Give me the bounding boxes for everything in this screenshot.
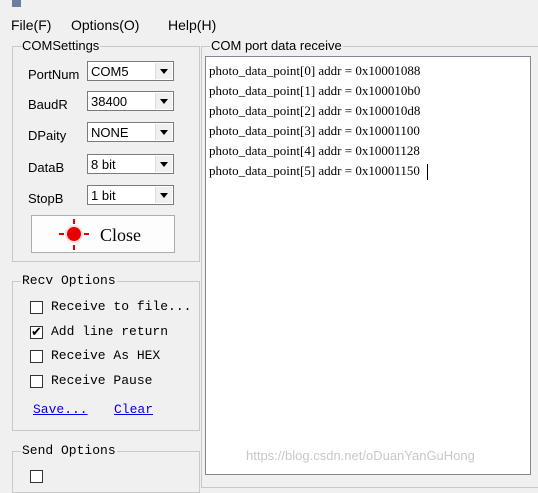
receive-line: photo_data_point[0] addr = 0x10001088: [209, 63, 421, 78]
receive-text-area[interactable]: photo_data_point[0] addr = 0x10001088 ph…: [205, 56, 531, 475]
port-select[interactable]: COM5: [87, 61, 174, 81]
save-link[interactable]: Save...: [33, 402, 88, 417]
chevron-down-icon[interactable]: [155, 187, 172, 203]
chevron-down-icon[interactable]: [155, 93, 172, 109]
receive-line: photo_data_point[5] addr = 0x10001150: [209, 163, 420, 178]
close-port-button[interactable]: Close: [31, 215, 175, 253]
stop-bits-label: StopB: [28, 191, 64, 206]
led-ray: [73, 245, 75, 250]
com-settings-title: COMSettings: [21, 38, 101, 53]
receive-panel-title: COM port data receive: [210, 38, 343, 53]
port-value: COM5: [91, 64, 129, 79]
port-label: PortNum: [28, 67, 80, 82]
stop-bits-value: 1 bit: [91, 188, 116, 203]
send-option-checkbox[interactable]: [30, 470, 43, 483]
send-options-title: Send Options: [21, 443, 117, 458]
receive-as-hex-checkbox[interactable]: [30, 350, 43, 363]
receive-to-file-checkbox[interactable]: [30, 301, 43, 314]
parity-value: NONE: [91, 125, 129, 140]
baud-select[interactable]: 38400: [87, 91, 174, 111]
recv-options-title: Recv Options: [21, 273, 117, 288]
chevron-down-icon[interactable]: [155, 156, 172, 172]
data-bits-value: 8 bit: [91, 157, 116, 172]
red-led-icon: [67, 227, 81, 241]
menu-file[interactable]: File(F): [11, 17, 51, 33]
parity-label: DPaity: [28, 128, 67, 143]
menu-bar: File(F) Options(O) Help(H): [0, 12, 538, 38]
receive-pause-label: Receive Pause: [51, 373, 153, 388]
led-ray: [59, 233, 64, 235]
watermark-text: https://blog.csdn.net/oDuanYanGuHong: [246, 448, 475, 463]
baud-label: BaudR: [28, 97, 68, 112]
receive-line: photo_data_point[2] addr = 0x100010d8: [209, 103, 421, 118]
data-bits-select[interactable]: 8 bit: [87, 154, 174, 174]
baud-value: 38400: [91, 94, 128, 109]
chevron-down-icon[interactable]: [155, 124, 172, 140]
close-button-label: Close: [100, 225, 142, 245]
window-title-strip: [0, 0, 538, 12]
data-bits-label: DataB: [28, 160, 65, 175]
text-caret: [427, 164, 428, 180]
receive-as-hex-label: Receive As HEX: [51, 348, 161, 363]
clear-link[interactable]: Clear: [114, 402, 153, 417]
stop-bits-select[interactable]: 1 bit: [87, 185, 174, 205]
receive-pause-checkbox[interactable]: [30, 375, 43, 388]
add-line-return-label: Add line return: [51, 324, 169, 339]
menu-options[interactable]: Options(O): [71, 17, 139, 33]
led-ray: [84, 233, 89, 235]
parity-select[interactable]: NONE: [87, 122, 174, 142]
add-line-return-checkbox[interactable]: ✔: [30, 324, 43, 339]
receive-line: photo_data_point[4] addr = 0x10001128: [209, 143, 420, 158]
menu-help[interactable]: Help(H): [168, 17, 216, 33]
scrollbar-strip[interactable]: [531, 56, 538, 475]
receive-line: photo_data_point[1] addr = 0x100010b0: [209, 83, 421, 98]
check-icon: ✔: [31, 324, 42, 339]
app-icon: [12, 0, 21, 7]
receive-to-file-label: Receive to file...: [51, 299, 192, 314]
receive-line: photo_data_point[3] addr = 0x10001100: [209, 123, 420, 138]
chevron-down-icon[interactable]: [155, 63, 172, 79]
led-ray: [73, 219, 75, 224]
